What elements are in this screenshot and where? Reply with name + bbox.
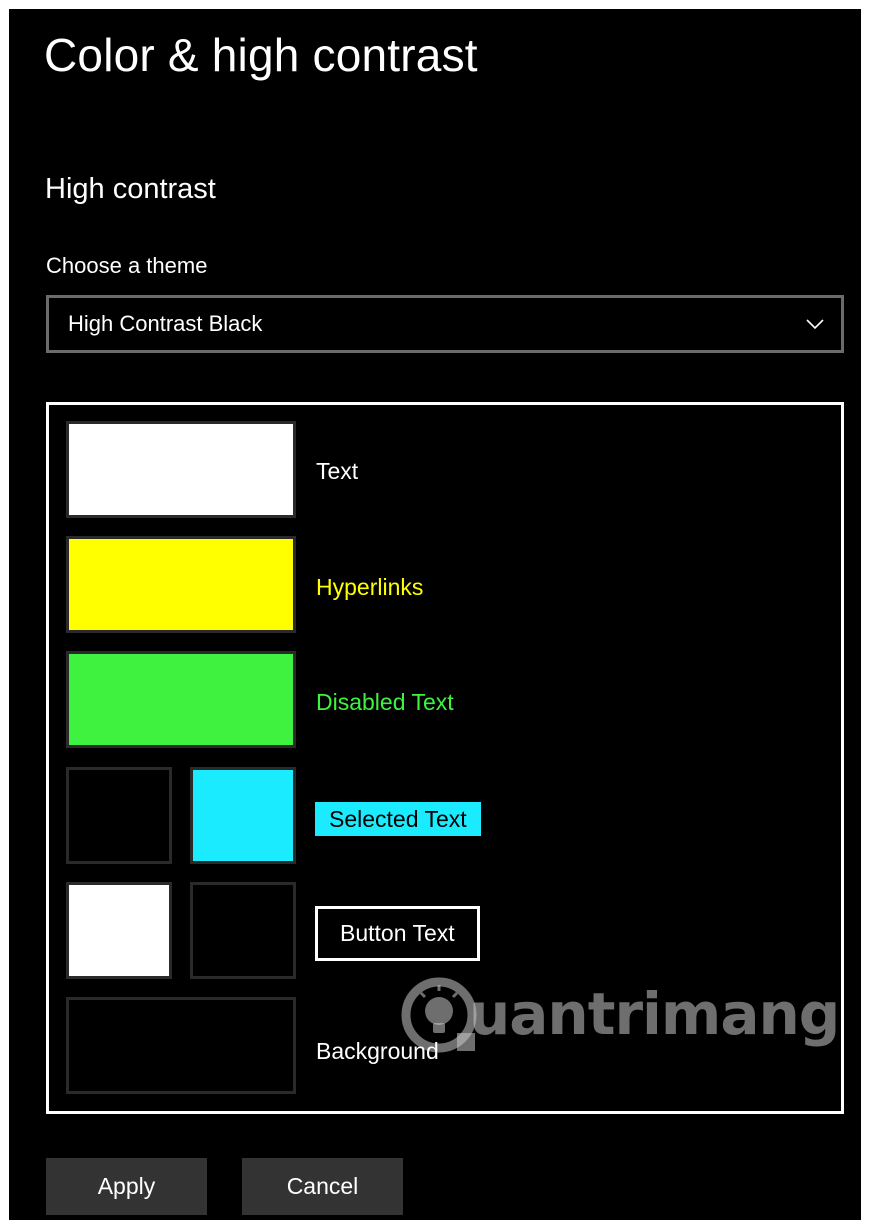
- swatch-text-color[interactable]: [66, 421, 296, 518]
- settings-window: Color & high contrast High contrast Choo…: [9, 9, 861, 1220]
- swatch-disabled-text-color[interactable]: [66, 651, 296, 748]
- page-title: Color & high contrast: [44, 29, 478, 81]
- label-background: Background: [316, 1038, 439, 1064]
- swatch-background-color[interactable]: [66, 997, 296, 1094]
- chevron-down-icon: [806, 319, 824, 330]
- theme-dropdown-value: High Contrast Black: [68, 311, 263, 336]
- apply-button[interactable]: Apply: [46, 1158, 207, 1215]
- label-hyperlinks: Hyperlinks: [316, 574, 424, 600]
- swatch-button-text-background[interactable]: [190, 882, 296, 979]
- cancel-button[interactable]: Cancel: [242, 1158, 403, 1215]
- swatch-button-text-foreground[interactable]: [66, 882, 172, 979]
- swatch-selected-text-foreground[interactable]: [66, 767, 172, 864]
- theme-dropdown[interactable]: High Contrast Black: [46, 295, 844, 353]
- label-button-text: Button Text: [315, 906, 480, 961]
- label-disabled-text: Disabled Text: [316, 689, 454, 715]
- color-preview-panel: Text Hyperlinks Disabled Text Selected T…: [46, 402, 844, 1114]
- swatch-selected-text-background[interactable]: [190, 767, 296, 864]
- theme-label: Choose a theme: [46, 253, 208, 278]
- section-title-high-contrast: High contrast: [45, 173, 216, 205]
- watermark-text: uantrimang: [469, 980, 840, 1048]
- label-selected-text: Selected Text: [315, 802, 481, 836]
- swatch-hyperlinks-color[interactable]: [66, 536, 296, 633]
- label-text: Text: [316, 458, 359, 484]
- watermark: uantrimang: [399, 975, 840, 1055]
